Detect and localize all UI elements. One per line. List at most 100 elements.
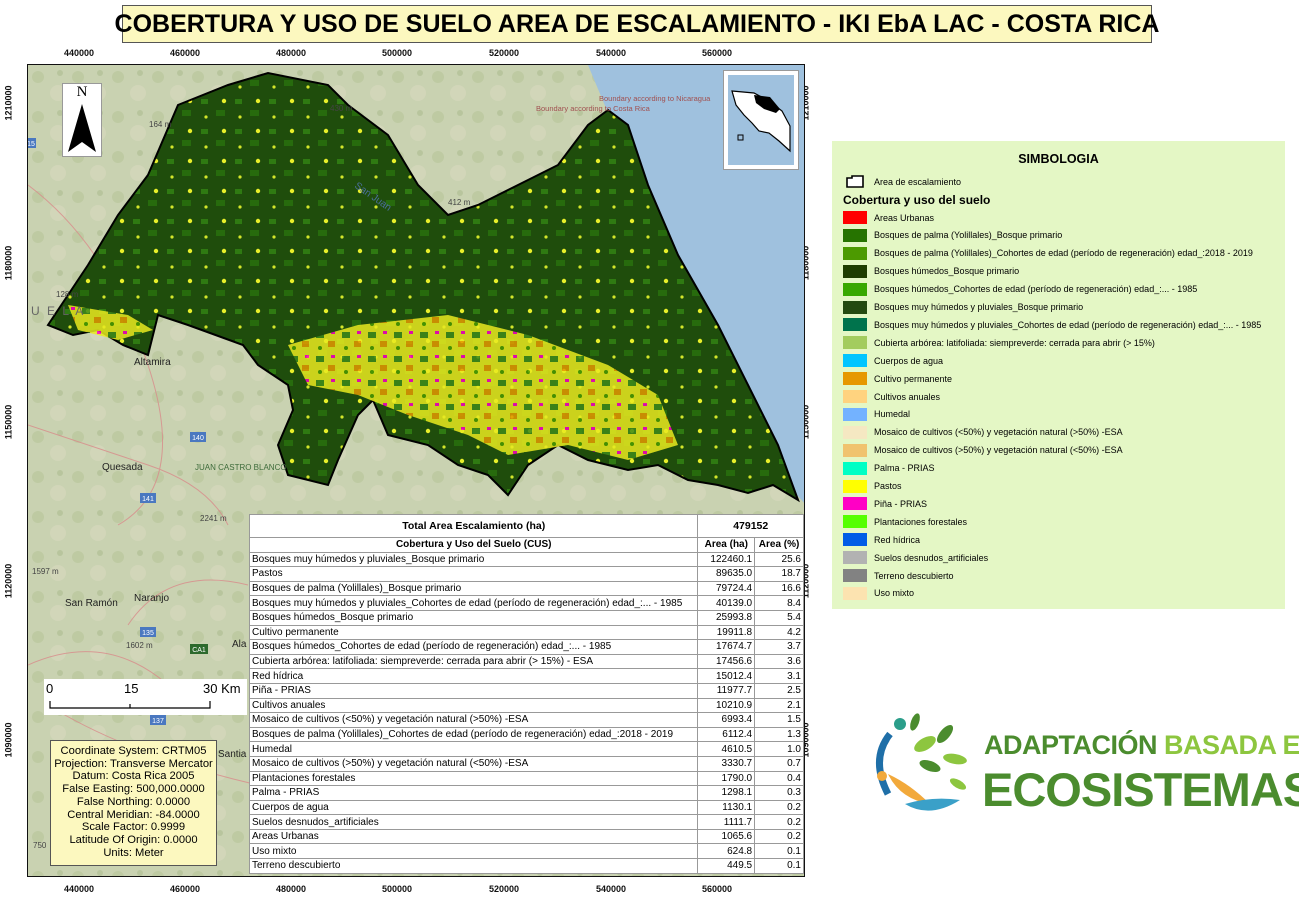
x-tick-bottom: 500000	[382, 884, 413, 894]
legend-item-label: Palma - PRIAS	[874, 463, 935, 474]
legend-item-label: Mosaico de cultivos (<50%) y vegetación …	[874, 427, 1123, 438]
cus-cell: Bosques muy húmedos y pluviales_Cohortes…	[248, 595, 699, 611]
legend-swatch	[843, 300, 867, 314]
total-value: 479152	[697, 514, 804, 538]
y-tick-left: 1180000	[3, 245, 14, 281]
legend-item-label: Cultivo permanente	[874, 373, 953, 384]
coord-line: False Northing: 0.0000	[76, 795, 191, 808]
y-tick-left: 1210000	[3, 85, 14, 121]
elevation-label: 164 m	[149, 120, 172, 129]
pct-cell: 0.3	[754, 785, 804, 801]
legend-swatch	[843, 425, 867, 439]
cus-cell: Mosaico de cultivos (<50%) y vegetación …	[248, 712, 699, 728]
area-cell: 10210.9	[697, 697, 756, 714]
legend-item-label: Plantaciones forestales	[874, 516, 968, 527]
coord-line: Scale Factor: 0.9999	[81, 821, 186, 834]
legend-item-label: Bosques muy húmedos y pluviales_Cohortes…	[874, 319, 1262, 330]
legend-item: Cultivo permanente	[843, 372, 953, 386]
pct-cell: 2.1	[754, 697, 804, 714]
coord-line: Latitude Of Origin: 0.0000	[69, 833, 198, 846]
legend-item: Red hídrica	[843, 533, 920, 547]
y-tick-left: 1090000	[3, 722, 14, 758]
legend-item-label: Areas Urbanas	[874, 212, 935, 223]
table-row: Bosques húmedos_Cohortes de edad (períod…	[248, 639, 804, 655]
legend-item: Humedal	[843, 407, 910, 421]
logo-text-basada: BASADA EN	[1164, 730, 1299, 760]
area-cell: 6993.4	[697, 712, 756, 728]
inset-costa-rica-icon	[728, 75, 794, 165]
town-santia-label: Santia	[218, 749, 247, 760]
polygon-outline-icon	[846, 175, 864, 188]
area-cell: 122460.1	[697, 551, 756, 568]
x-tick-bottom: 540000	[596, 884, 627, 894]
elevation-label: 412 m	[448, 198, 471, 207]
y-tick-left: 1120000	[3, 563, 14, 599]
scale-bar-graphic	[49, 701, 211, 709]
coord-line: Central Meridian: -84.0000	[67, 808, 200, 821]
area-cell: 15012.4	[697, 668, 756, 684]
legend-title: SIMBOLOGIA	[1018, 152, 1099, 166]
cus-cell: Cultivo permanente	[248, 624, 699, 641]
legend-item-area: Area de escalamiento	[843, 175, 961, 188]
eba-logo: ADAPTACIÓN BASADA EN ECOSISTEMAS	[860, 704, 1299, 824]
legend-panel: SIMBOLOGIA Area de escalamiento Cobertur…	[832, 141, 1285, 609]
table-row: Mosaico de cultivos (>50%) y vegetación …	[248, 755, 804, 772]
area-cell: 17456.6	[697, 653, 756, 670]
town-naranjo-label: Naranjo	[134, 593, 169, 604]
x-tick-top: 520000	[489, 48, 520, 58]
town-quesada-label: Quesada	[102, 462, 143, 473]
legend-item-label: Bosques de palma (Yolillales)_Cohortes d…	[874, 248, 1253, 259]
legend-item-label: Piña - PRIAS	[874, 498, 928, 509]
pct-cell: 0.7	[754, 755, 804, 772]
area-table: Total Area Escalamiento (ha) 479152 Cobe…	[248, 514, 804, 874]
legend-item-label: Cubierta arbórea: latifoliada: siempreve…	[874, 337, 1155, 348]
legend-swatch	[843, 282, 867, 296]
elevation-label: 430 m	[330, 104, 353, 113]
elevation-label: 750	[33, 841, 47, 850]
elevation-label: 2241 m	[200, 514, 227, 523]
table-row: Suelos desnudos_artificiales 1111.7 0.2	[248, 814, 804, 830]
pct-cell: 0.1	[754, 843, 804, 860]
pct-cell: 5.4	[754, 609, 804, 626]
town-altamira-label: Altamira	[134, 357, 171, 368]
table-row: Bosques muy húmedos y pluviales_Cohortes…	[248, 595, 804, 611]
legend-item-label: Bosques húmedos_Cohortes de edad (períod…	[874, 284, 1198, 295]
y-tick-left: 1150000	[3, 404, 14, 440]
elevation-label: 128 m	[56, 290, 79, 299]
pct-cell: 25.6	[754, 551, 804, 568]
coordinate-system-box: Coordinate System: CRTM05 Projection: Tr…	[50, 740, 217, 866]
cus-cell: Cubierta arbórea: latifoliada: siempreve…	[248, 653, 699, 670]
coord-line: Datum: Costa Rica 2005	[72, 770, 195, 783]
map-title: COBERTURA Y USO DE SUELO AREA DE ESCALAM…	[115, 5, 1159, 43]
legend-swatch	[843, 569, 867, 582]
cus-cell: Areas Urbanas	[248, 828, 699, 845]
pct-cell: 0.1	[754, 858, 804, 874]
legend-swatch	[843, 461, 867, 475]
total-label: Total Area Escalamiento (ha)	[248, 514, 699, 538]
legend-item: Bosques muy húmedos y pluviales_Cohortes…	[843, 318, 1262, 332]
col-header-pct: Area (%)	[754, 537, 804, 553]
legend-item-label: Mosaico de cultivos (>50%) y vegetación …	[874, 445, 1123, 456]
pct-cell: 16.6	[754, 580, 804, 597]
table-row: Humedal 4610.5 1.0	[248, 741, 804, 757]
area-cell: 11977.7	[697, 682, 756, 699]
logo-text-line1: ADAPTACIÓN BASADA EN	[984, 730, 1299, 761]
x-tick-bottom: 560000	[702, 884, 733, 894]
legend-item: Areas Urbanas	[843, 211, 934, 224]
legend-item: Bosques de palma (Yolillales)_Cohortes d…	[843, 246, 1253, 260]
route-ca1-label: CA1	[192, 647, 206, 654]
legend-item: Palma - PRIAS	[843, 461, 935, 475]
legend-item: Pastos	[843, 479, 902, 493]
area-cell: 1111.7	[697, 814, 756, 830]
legend-swatch	[843, 479, 867, 493]
pct-cell: 8.4	[754, 595, 804, 611]
cus-cell: Mosaico de cultivos (>50%) y vegetación …	[248, 755, 699, 772]
legend-item-label: Bosques muy húmedos y pluviales_Bosque p…	[874, 302, 1084, 312]
legend-item: Piña - PRIAS	[843, 497, 928, 511]
table-header-row: Cobertura y Uso del Suelo (CUS) Area (ha…	[248, 537, 804, 553]
logo-text-ecosistemas: ECOSISTEMAS	[982, 763, 1299, 816]
legend-item: Mosaico de cultivos (>50%) y vegetación …	[843, 443, 1123, 457]
table-row: Terreno descubierto 449.5 0.1	[248, 858, 804, 874]
x-tick-top: 560000	[702, 48, 733, 58]
table-row: Palma - PRIAS 1298.1 0.3	[248, 785, 804, 801]
